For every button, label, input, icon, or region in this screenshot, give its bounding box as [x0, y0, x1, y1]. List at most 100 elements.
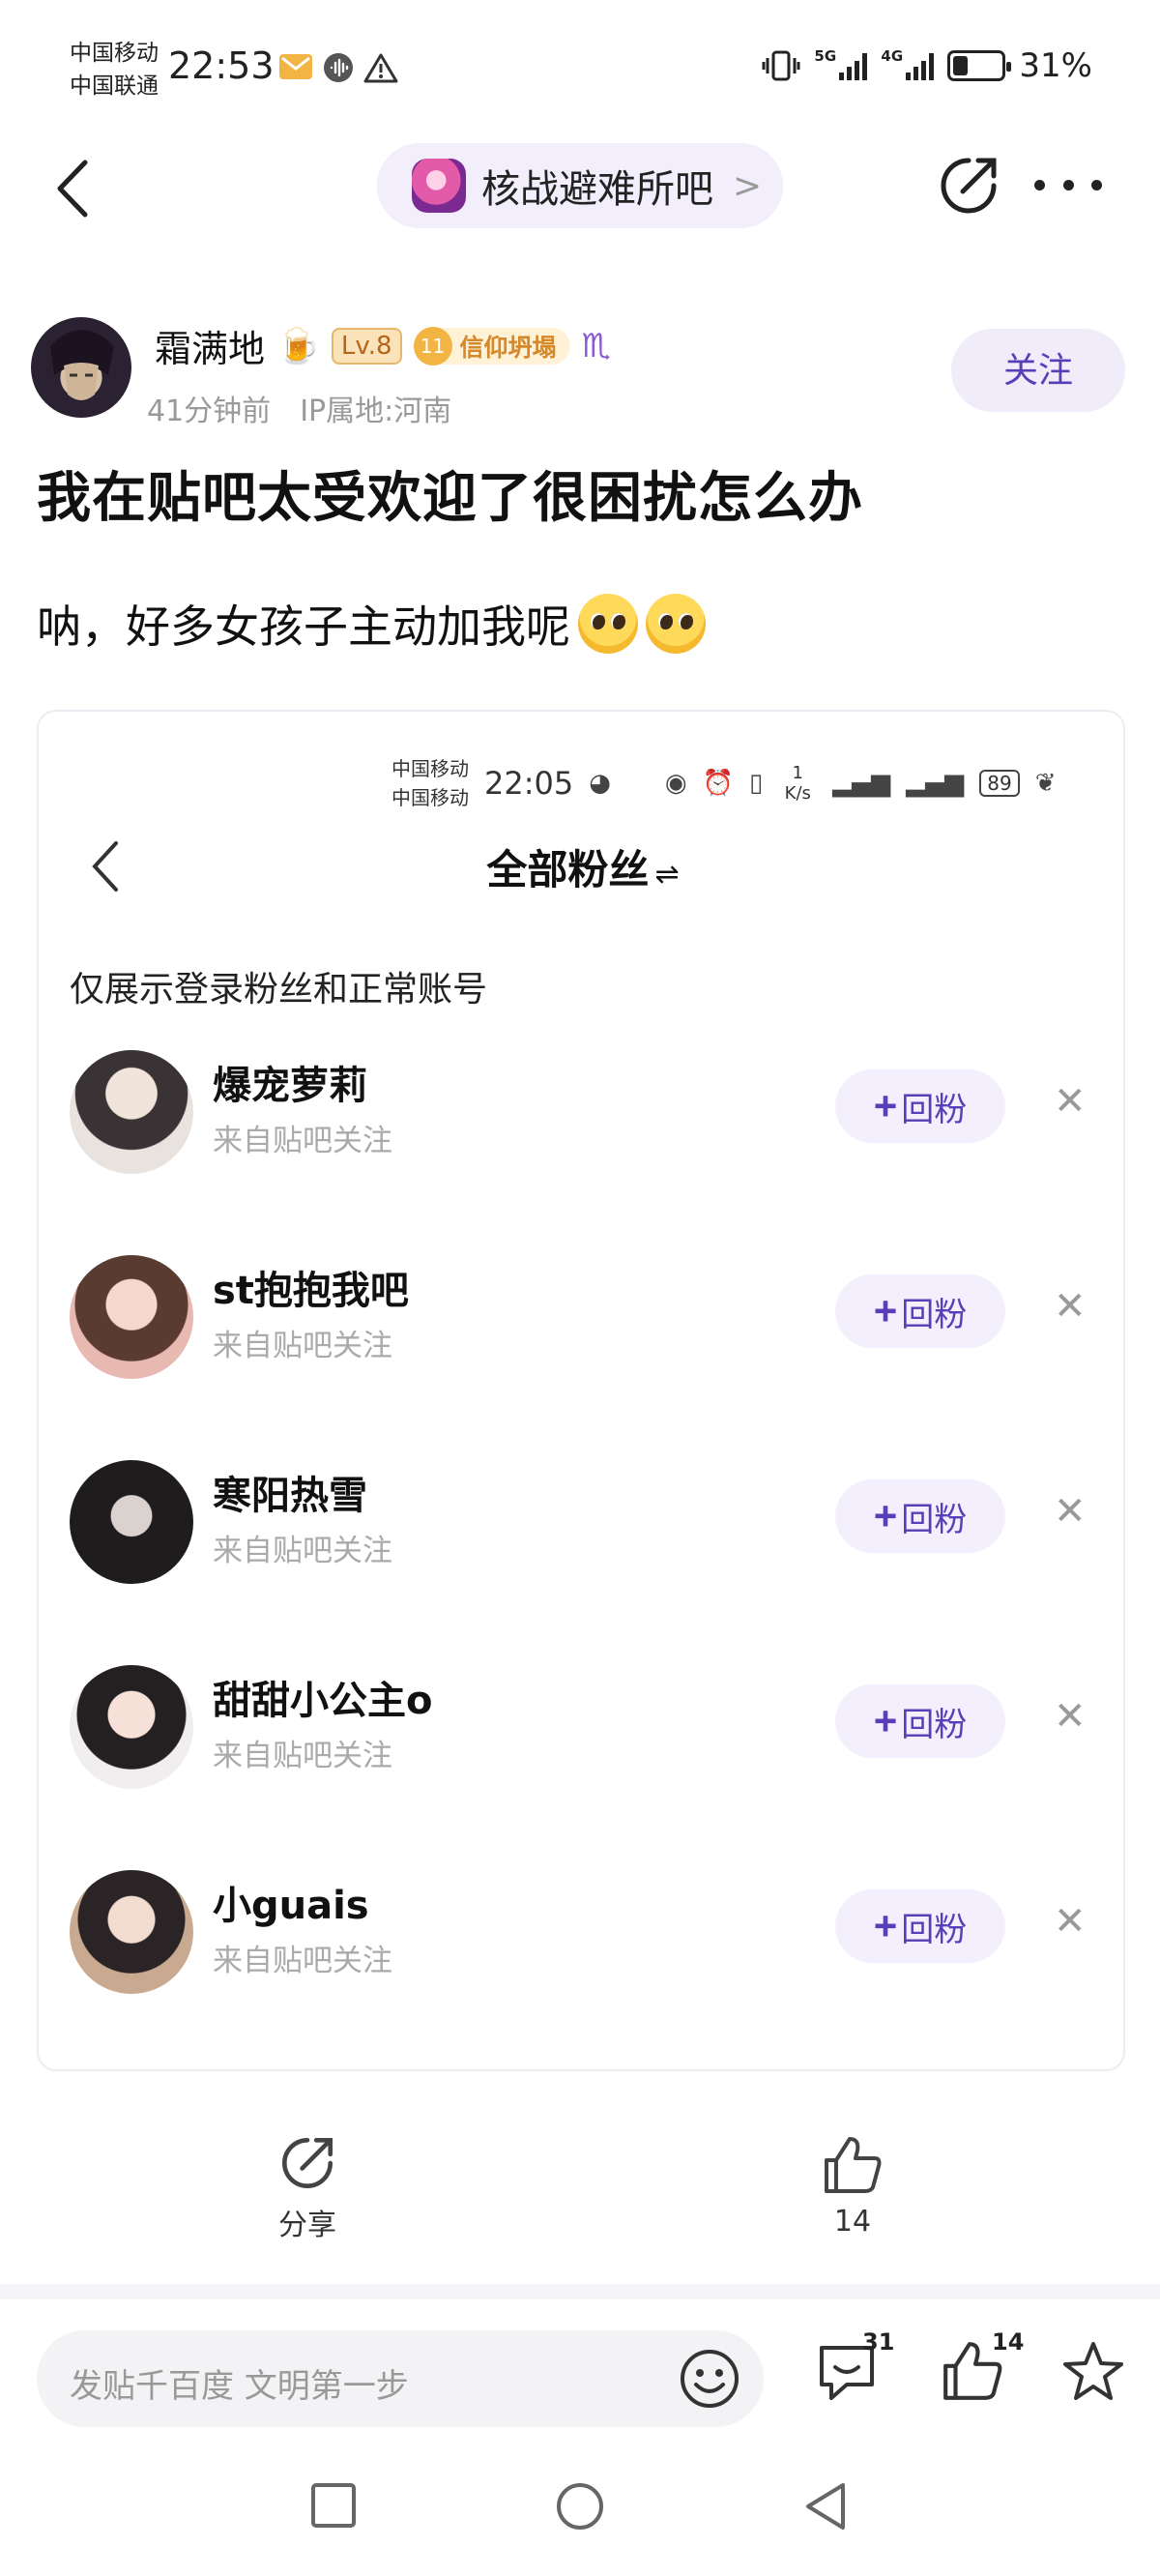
faith-badge: 11 信仰坍塌 — [413, 326, 570, 366]
fan-row: 甜美芭比娃来自贴吧关注+回粉✕ — [39, 2062, 1123, 2069]
share-edit-icon[interactable] — [936, 153, 1001, 219]
fan-row: 寒阳热雪 来自贴吧关注 + 回粉 ✕ — [39, 1447, 1123, 1611]
like-button[interactable]: 14 — [940, 2328, 1024, 2408]
wechat-icon: ◕ — [589, 769, 611, 798]
follow-button[interactable]: 关注 — [951, 329, 1125, 412]
post-time: 41分钟前 — [147, 395, 272, 428]
fan-row: 小guais 来自贴吧关注 + 回粉 ✕ — [39, 1857, 1123, 2021]
fan-source: 来自贴吧关注 — [213, 1534, 392, 1568]
plus-icon: + — [873, 1903, 898, 1948]
recents-icon[interactable] — [309, 2481, 358, 2530]
chevron-right-icon: > — [733, 165, 763, 206]
plus-icon: + — [873, 1083, 898, 1128]
share-label: 分享 — [278, 2209, 336, 2242]
follow-back-label: 回粉 — [901, 1706, 968, 1743]
faith-level: 11 — [413, 326, 452, 366]
emoji-icon[interactable] — [679, 2348, 740, 2410]
pleading-face-icon — [646, 594, 706, 654]
like-action[interactable]: 14 — [795, 2133, 911, 2239]
plus-icon: + — [873, 1493, 898, 1538]
vibrate-icon — [762, 50, 800, 81]
image-title-text: 全部粉丝 — [486, 846, 650, 893]
warning-icon — [363, 53, 398, 83]
image-title: 全部粉丝 ⇌ — [39, 837, 1123, 896]
comment-count: 31 — [862, 2328, 895, 2356]
swap-icon: ⇌ — [654, 858, 680, 892]
fan-name: 寒阳热雪 — [213, 1474, 367, 1518]
forum-name: 核战避难所吧 — [481, 167, 713, 212]
carrier-1: 中国移动 — [70, 41, 159, 66]
forum-avatar — [412, 159, 466, 213]
image-battery: 89 — [979, 770, 1020, 797]
image-carrier-1: 中国移动 — [392, 757, 469, 780]
fan-source: 来自贴吧关注 — [213, 1739, 392, 1773]
fan-avatar — [70, 1050, 193, 1174]
voice-icon — [324, 53, 353, 82]
close-icon: ✕ — [1054, 1079, 1087, 1124]
pleading-face-icon — [578, 594, 638, 654]
status-time: 22:53 — [168, 44, 275, 87]
like-count: 14 — [833, 2205, 872, 2239]
reply-input[interactable]: 发贴千百度 文明第一步 — [37, 2330, 764, 2427]
battery-icon — [947, 50, 1012, 81]
signal-5g-icon: 5G — [814, 47, 868, 80]
home-icon[interactable] — [555, 2481, 605, 2532]
author-row: 霜满地 🍺 Lv.8 11 信仰坍塌 ♏ — [155, 319, 611, 372]
author-name[interactable]: 霜满地 — [155, 319, 265, 372]
eye-icon: ◉ — [664, 769, 687, 798]
carrier-2: 中国联通 — [70, 73, 159, 99]
image-note: 仅展示登录粉丝和正常账号 — [70, 970, 488, 1010]
level-badge: Lv.8 — [331, 327, 402, 365]
more-icon[interactable] — [1034, 180, 1102, 193]
beer-icon: 🍺 — [276, 326, 320, 366]
follow-back-label: 回粉 — [901, 1296, 968, 1333]
plus-icon: + — [873, 1288, 898, 1333]
post-meta: 41分钟前 IP属地:河南 — [147, 387, 451, 429]
fan-name: 爆宠萝莉 — [213, 1064, 367, 1108]
fan-source: 来自贴吧关注 — [213, 1124, 392, 1158]
fan-source: 来自贴吧关注 — [213, 1944, 392, 1978]
fan-avatar — [70, 1460, 193, 1584]
follow-back-button: + 回粉 — [835, 1069, 1005, 1143]
carrier-labels: 中国移动 中国联通 — [70, 37, 159, 102]
fan-name: st抱抱我吧 — [213, 1269, 409, 1313]
post-image[interactable]: 中国移动 中国移动 22:05 ◕ ◉ ⏰ ▯ 1 K/s ▂▄▆ ▂▄▆ 89… — [37, 710, 1125, 2071]
fan-name: 小guais — [213, 1884, 369, 1928]
star-icon[interactable] — [1059, 2338, 1127, 2406]
share-action[interactable]: 分享 — [249, 2133, 365, 2243]
image-time: 22:05 — [484, 765, 574, 802]
signal-4g-icon: 4G — [881, 47, 935, 80]
follow-back-button: + 回粉 — [835, 1479, 1005, 1553]
divider — [0, 2284, 1160, 2299]
comment-button[interactable]: 31 — [814, 2328, 894, 2408]
battery-percent: 31% — [1019, 46, 1092, 85]
follow-back-label: 回粉 — [901, 1911, 968, 1948]
status-bar: 中国移动 中国联通 22:53 5G 4G 31% — [0, 0, 1160, 145]
author-avatar[interactable] — [31, 317, 131, 418]
scorpio-icon: ♏ — [581, 326, 612, 366]
thumbs-up-icon — [825, 2137, 882, 2193]
post-body: 呐，好多女孩子主动加我呢 — [37, 592, 706, 656]
net-speed: 1 K/s — [784, 763, 811, 804]
like-count-badge: 14 — [992, 2328, 1025, 2356]
fan-avatar — [70, 1870, 193, 1994]
faith-badge-label: 信仰坍塌 — [459, 333, 557, 362]
system-back-icon[interactable] — [802, 2481, 851, 2532]
image-carrier-2: 中国移动 — [392, 786, 469, 809]
back-icon[interactable] — [48, 155, 97, 222]
signal-icon: ▂▄▆ — [832, 769, 891, 798]
close-icon: ✕ — [1054, 1899, 1087, 1944]
status-right: 5G 4G 31% — [762, 46, 1092, 85]
forum-pill[interactable]: 核战避难所吧 > — [377, 143, 783, 228]
fan-avatar — [70, 1665, 193, 1789]
fan-row: 爆宠萝莉来自贴吧关注 + 回粉 ✕ — [39, 1037, 1123, 1201]
leaf-icon: ❦ — [1034, 769, 1057, 798]
share-icon — [282, 2138, 333, 2188]
fan-avatar — [70, 1255, 193, 1379]
follow-back-label: 回粉 — [901, 1501, 968, 1538]
plus-icon: + — [873, 1698, 898, 1743]
post-title: 我在贴吧太受欢迎了很困扰怎么办 — [37, 467, 863, 530]
mail-icon — [279, 54, 312, 79]
follow-back-button: + 回粉 — [835, 1274, 1005, 1348]
follow-back-button: + 回粉 — [835, 1684, 1005, 1758]
